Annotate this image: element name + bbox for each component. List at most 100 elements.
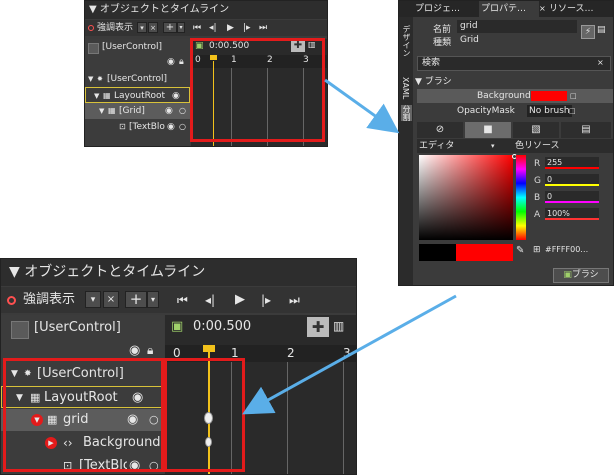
split-view-tab[interactable]: 分割 xyxy=(401,105,412,121)
search-input[interactable]: 検索 xyxy=(417,56,611,71)
background-property-row[interactable]: Background □ xyxy=(417,89,613,103)
events-icon[interactable]: ⚡ xyxy=(581,25,595,39)
zoom-icon[interactable]: ▥ xyxy=(333,319,344,333)
expand-icon[interactable]: ▼ xyxy=(88,71,93,87)
tree-row[interactable]: ▼ ▦ [Grid] ◉ ○ xyxy=(85,103,190,119)
add-resource-icon: ▣ xyxy=(563,270,572,280)
collapse-triangle-icon[interactable]: ▼ xyxy=(9,264,24,280)
expand-icon[interactable]: ▼ xyxy=(94,88,99,104)
name-field[interactable]: grid xyxy=(457,20,577,33)
next-frame-icon[interactable]: |▸ xyxy=(261,287,271,313)
solid-brush-icon[interactable]: ■ xyxy=(465,122,511,138)
add-state-dropdown-icon[interactable]: ▾ xyxy=(177,22,185,33)
tree-row-selected[interactable]: ▼ ▦ LayoutRoot ◉ xyxy=(85,87,190,103)
goto-first-icon[interactable]: ⏮ xyxy=(177,287,188,313)
playhead-handle[interactable] xyxy=(203,345,215,352)
color-resource-icon[interactable]: ⊞ xyxy=(533,245,541,255)
xaml-view-tab[interactable]: XAML xyxy=(401,77,410,99)
a-label: A xyxy=(534,210,541,220)
eye-icon[interactable]: ◉ xyxy=(165,103,173,119)
add-state-button[interactable]: + xyxy=(163,22,177,33)
brush-section-header[interactable]: ▼ ブラシ xyxy=(415,75,613,89)
editor-tab-row: エディタ ▾ 色リソース xyxy=(417,139,613,153)
state-label[interactable]: 強調表示 xyxy=(97,20,137,36)
goto-last-icon[interactable]: ⏭ xyxy=(289,287,300,313)
record-dot-icon[interactable] xyxy=(88,25,94,31)
highlight-frame-small xyxy=(190,38,325,142)
advanced-options-icon[interactable]: □ xyxy=(570,89,577,103)
tab-properties[interactable]: プロパテ… xyxy=(479,1,539,17)
collapse-triangle-icon[interactable]: ▼ xyxy=(415,77,425,87)
opacitymask-property-row[interactable]: OpacityMask No brush □ xyxy=(417,104,613,118)
gradient-brush-icon[interactable]: ▧ xyxy=(513,122,559,138)
background-swatch[interactable] xyxy=(531,91,567,101)
search-clear-icon[interactable]: × xyxy=(597,58,604,67)
prev-frame-icon[interactable]: ◂| xyxy=(205,287,215,313)
state-dropdown-icon[interactable]: ▾ xyxy=(85,291,101,308)
resource-brush-icon[interactable]: ▤ xyxy=(561,122,611,138)
state-dropdown-icon[interactable]: ▾ xyxy=(137,22,147,33)
add-keyframe-icon[interactable]: ▣ xyxy=(171,319,183,334)
hex-value[interactable]: #FFFF00… xyxy=(545,245,607,254)
r-field[interactable]: 255 xyxy=(545,157,599,169)
arrow-to-properties xyxy=(324,78,400,134)
add-state-dropdown-icon[interactable]: ▾ xyxy=(147,291,159,308)
add-state-button[interactable]: + xyxy=(125,291,147,308)
eye-icon[interactable]: ◉ xyxy=(167,119,175,135)
snap-icon[interactable]: ✚ xyxy=(307,317,329,337)
state-label[interactable]: 強調表示 xyxy=(23,287,75,313)
highlight-frame-tree xyxy=(3,358,164,472)
lock-icon[interactable]: 🔒︎ xyxy=(179,57,184,67)
color-resources-tab[interactable]: 色リソース xyxy=(515,139,560,153)
eye-icon[interactable]: ◉ xyxy=(172,88,180,104)
brush-type-tabs: ⊘ ■ ▧ ▤ xyxy=(417,122,611,138)
small-panel-header: ▼ オブジェクトとタイムライン xyxy=(85,1,327,19)
collapse-triangle-icon[interactable]: ▼ xyxy=(89,4,100,15)
opacitymask-value[interactable]: No brush xyxy=(527,105,572,117)
expand-icon[interactable]: ▼ xyxy=(99,103,104,119)
editor-dropdown-icon[interactable]: ▾ xyxy=(491,139,495,153)
tab-close-icon[interactable]: × xyxy=(539,1,546,17)
design-view-tab[interactable]: デザイン xyxy=(401,25,412,57)
g-field[interactable]: 0 xyxy=(545,174,599,186)
brush-resource-button[interactable]: ▣ブラシ xyxy=(553,268,609,283)
record-dot-icon[interactable] xyxy=(7,296,16,305)
tree-row[interactable]: ▼ ✸ [UserControl] xyxy=(85,71,190,87)
current-color-swatch[interactable] xyxy=(456,244,513,261)
lock-slot-icon[interactable]: ○ xyxy=(179,103,186,119)
advanced-options-icon[interactable]: □ xyxy=(569,104,576,118)
hue-slider[interactable] xyxy=(516,155,526,240)
no-brush-icon[interactable]: ⊘ xyxy=(417,122,463,138)
textblock-icon: ⊡ xyxy=(119,122,126,131)
lock-slot-icon[interactable]: ○ xyxy=(179,119,186,135)
eye-icon[interactable]: ◉ xyxy=(167,57,175,67)
goto-first-icon[interactable]: ⏮ xyxy=(193,20,201,36)
goto-last-icon[interactable]: ⏭ xyxy=(259,20,267,36)
grid-icon: ▦ xyxy=(103,91,111,100)
play-icon[interactable]: ▶ xyxy=(235,287,245,313)
eye-icon[interactable]: ◉ xyxy=(129,343,140,358)
a-field[interactable]: 100% xyxy=(545,208,599,220)
scope-up-icon[interactable] xyxy=(88,43,99,54)
panel-tab-strip: プロジェ… プロパテ… × リソース… xyxy=(399,1,613,17)
brush-resource-label: ブラシ xyxy=(571,270,599,280)
settings-icon[interactable]: ▤ xyxy=(597,25,606,35)
editor-tab[interactable]: エディタ xyxy=(419,139,454,153)
color-picker-field[interactable] xyxy=(419,155,513,240)
prev-frame-icon[interactable]: ◂| xyxy=(209,20,217,36)
close-state-icon[interactable]: × xyxy=(103,291,119,308)
b-field[interactable]: 0 xyxy=(545,191,599,203)
tab-resources[interactable]: リソース… xyxy=(549,1,609,17)
type-value: Grid xyxy=(460,35,479,45)
close-state-icon[interactable]: × xyxy=(148,22,158,33)
g-label: G xyxy=(534,176,541,186)
previous-color-swatch[interactable] xyxy=(419,244,456,261)
eyedropper-icon[interactable]: ✎ xyxy=(516,245,524,256)
current-time[interactable]: 0:00.500 xyxy=(193,319,251,334)
tree-row[interactable]: ⊡ [TextBlo ◉ ○ xyxy=(85,119,190,135)
tab-project[interactable]: プロジェ… xyxy=(415,1,475,17)
scope-up-icon[interactable] xyxy=(11,321,29,339)
next-frame-icon[interactable]: |▸ xyxy=(243,20,251,36)
lock-icon[interactable]: 🔒︎ xyxy=(147,343,153,358)
play-icon[interactable]: ▶ xyxy=(227,20,234,36)
